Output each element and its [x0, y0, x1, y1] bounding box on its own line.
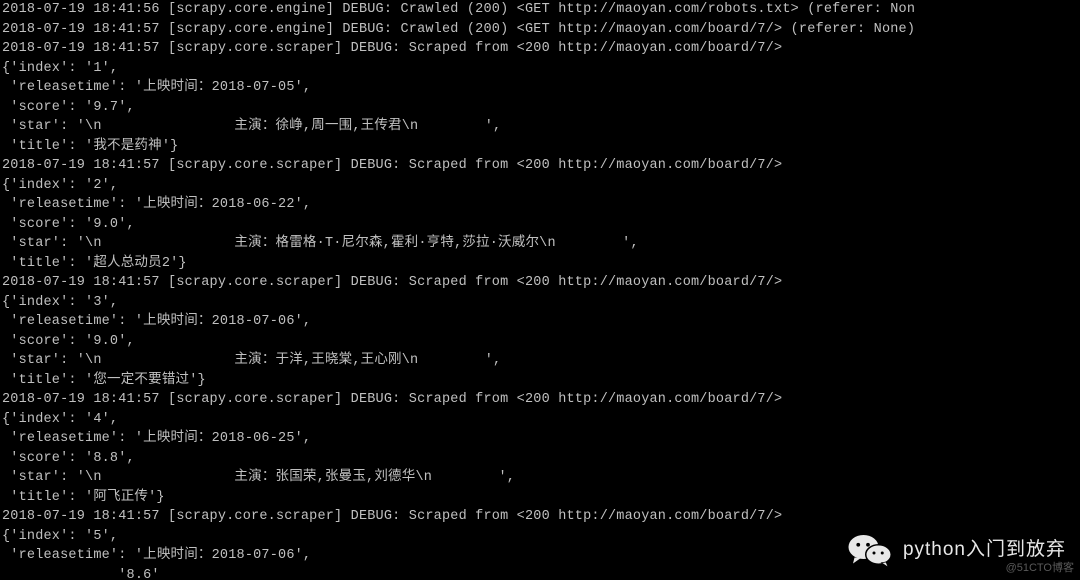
watermark-text: @51CTO博客: [1006, 559, 1074, 579]
wechat-icon: [847, 532, 895, 568]
overlay-label: python入门到放弃: [903, 540, 1066, 560]
terminal-output: 2018-07-19 18:41:56 [scrapy.core.engine]…: [0, 0, 1080, 580]
